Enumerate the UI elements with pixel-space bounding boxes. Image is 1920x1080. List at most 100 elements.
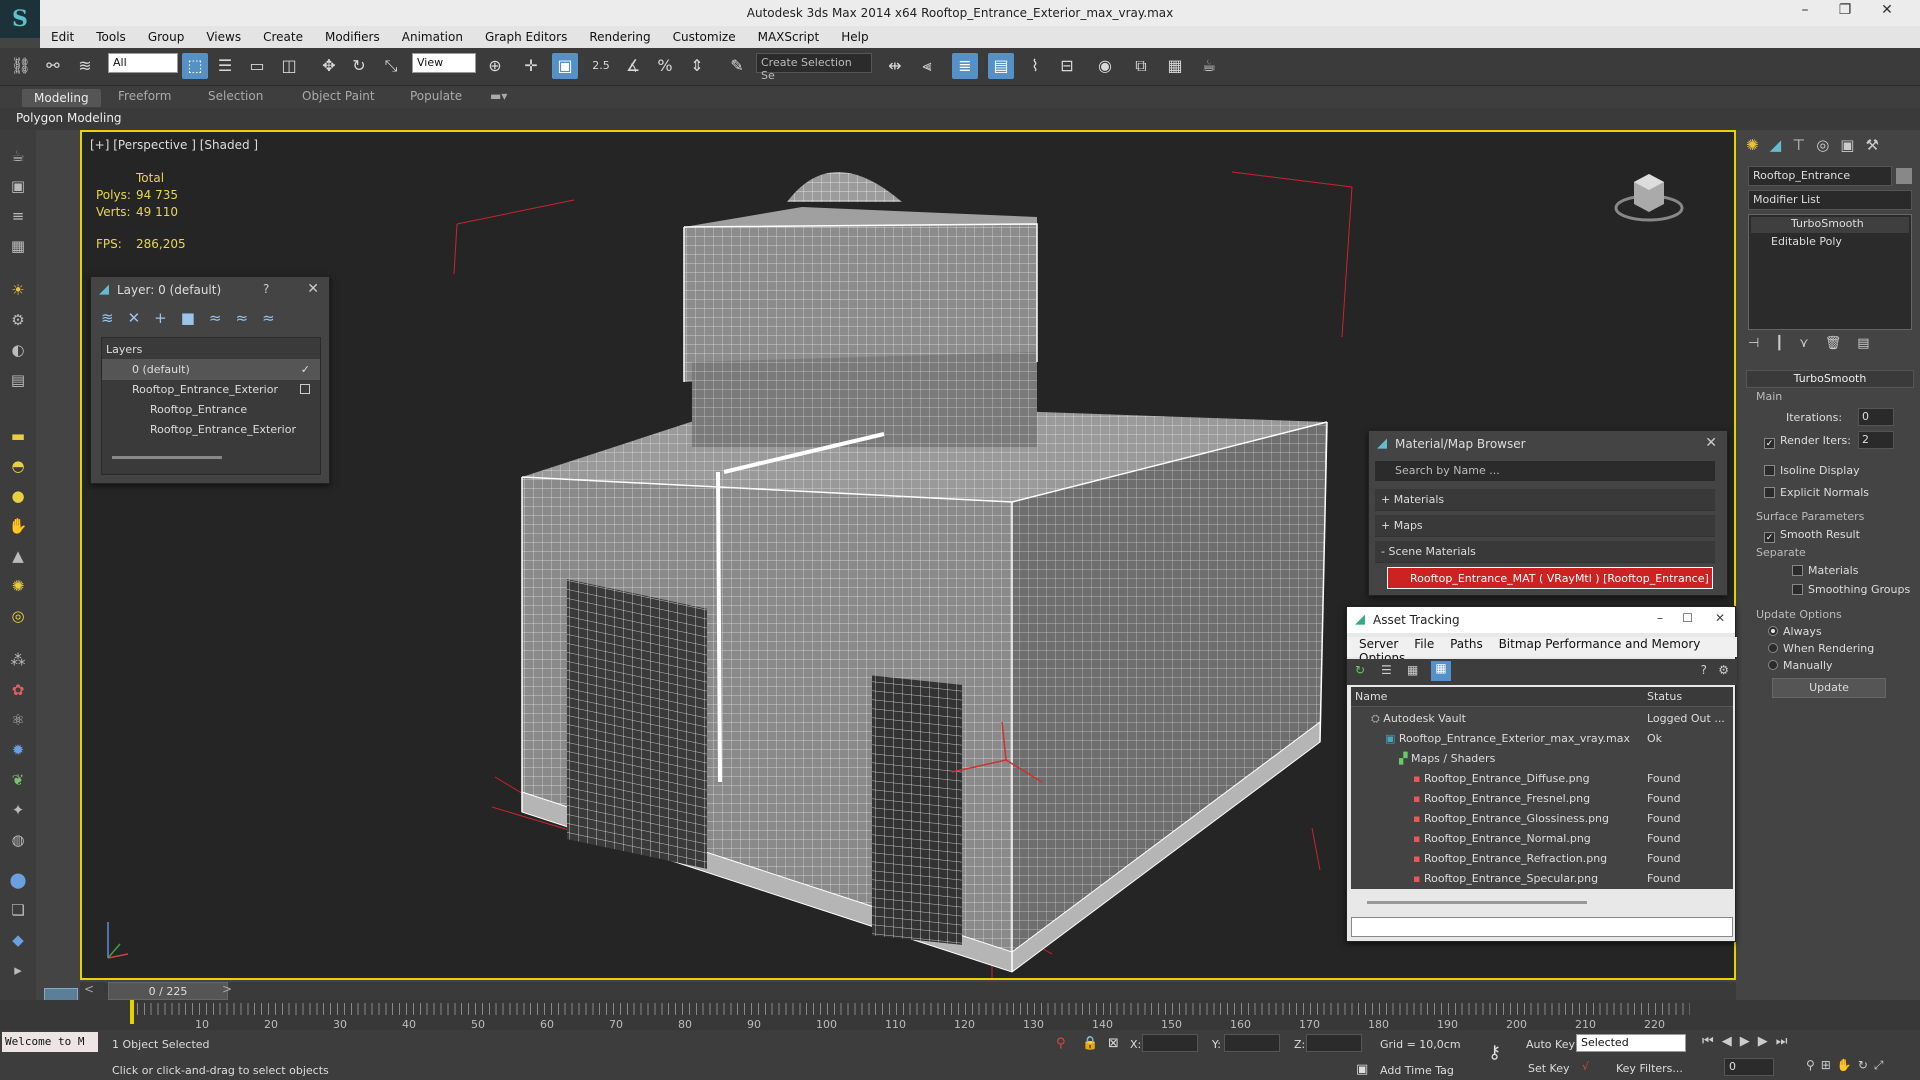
pin-stack-icon[interactable]: ⊣ — [1748, 336, 1775, 351]
layer-dialog-title[interactable]: Layer: 0 (default) — [91, 277, 329, 303]
gear-icon[interactable]: ⚙ — [8, 310, 28, 330]
render-sphere-icon[interactable]: ⬤ — [8, 870, 28, 890]
tab-object-paint[interactable]: Object Paint — [302, 89, 375, 103]
table-row[interactable]: ▞ Maps / Shaders — [1351, 749, 1733, 769]
object-name-field[interactable]: Rooftop_Entrance — [1748, 166, 1892, 186]
particle-icon[interactable]: ⁂ — [8, 650, 28, 670]
schematic-view-icon[interactable]: ⊟ — [1054, 53, 1080, 79]
minimize-button[interactable]: – — [1657, 611, 1663, 625]
table-row[interactable]: ⛭ Autodesk Vault Logged Out ... — [1351, 709, 1733, 729]
network-icon[interactable]: ⚛ — [8, 710, 28, 730]
x-coordinate-field[interactable] — [1142, 1034, 1198, 1052]
tab-freeform[interactable]: Freeform — [118, 89, 171, 103]
app-menu-button[interactable]: S — [0, 0, 40, 38]
zoom-all-icon[interactable]: ⊞ — [1821, 1058, 1837, 1072]
circle-icon[interactable]: ● — [8, 486, 28, 506]
layer-row-rooftop-exterior[interactable]: Rooftop_Entrance_Exterior — [102, 380, 320, 400]
horizontal-scrollbar[interactable] — [112, 456, 222, 459]
detail-view-icon[interactable]: ▦ — [1407, 663, 1418, 677]
unlink-icon[interactable]: ⚯ — [40, 53, 66, 79]
render-setup-icon[interactable]: ⧉ — [1128, 53, 1154, 79]
table-row[interactable]: ▣ Rooftop_Entrance_Exterior_max_vray.max… — [1351, 729, 1733, 749]
box-icon[interactable]: ▤ — [8, 370, 28, 390]
reference-coord-dropdown[interactable]: View — [412, 53, 476, 73]
tab-modeling[interactable]: Modeling — [22, 89, 101, 107]
status-column-header[interactable]: Status — [1647, 687, 1727, 707]
explicit-normals-row[interactable]: Explicit Normals — [1764, 486, 1869, 499]
utilities-tab-icon[interactable]: ⚒ — [1865, 136, 1889, 154]
isolate-icon[interactable]: ⚲ — [1056, 1036, 1066, 1051]
maximize-viewport-icon[interactable]: ⤢ — [1874, 1058, 1890, 1072]
viewcube-icon[interactable] — [1614, 164, 1684, 224]
maxscript-listener-input[interactable]: Welcome to M — [2, 1032, 98, 1052]
menu-paths[interactable]: Paths — [1450, 637, 1483, 651]
molecule-icon[interactable]: ✿ — [8, 680, 28, 700]
refresh-icon[interactable]: ↻ — [1355, 663, 1365, 677]
grid-icon[interactable]: ▦ — [8, 236, 28, 256]
menu-file[interactable]: File — [1414, 637, 1434, 651]
update-when-rendering-row[interactable]: When Rendering — [1768, 642, 1874, 655]
orbit-icon[interactable]: ↻ — [1858, 1058, 1874, 1072]
settings-icon[interactable]: ⚙ — [1718, 663, 1729, 677]
asset-tracking-title[interactable]: Asset Tracking — [1347, 607, 1735, 633]
table-row[interactable]: ▪ Rooftop_Entrance_Glossiness.png Found — [1351, 809, 1733, 829]
add-to-layer-icon[interactable]: + — [154, 309, 181, 327]
freeze-layers-icon[interactable]: ≈ — [262, 309, 289, 327]
help-icon[interactable]: ? — [1701, 663, 1707, 677]
menu-create[interactable]: Create — [252, 30, 314, 44]
pivot-center-icon[interactable]: ⊕ — [482, 53, 508, 79]
render-production-icon[interactable]: ☕ — [1196, 53, 1222, 79]
smooth-result-row[interactable]: ✓ Smooth Result — [1764, 528, 1860, 543]
play-icon[interactable]: ▶ — [1740, 1034, 1758, 1049]
modifier-turbosmooth[interactable]: TurboSmooth — [1751, 217, 1909, 233]
auto-key-button[interactable]: Auto Key — [1526, 1038, 1575, 1051]
update-button[interactable]: Update — [1772, 678, 1886, 698]
link-icon[interactable]: ⛓ — [8, 53, 34, 79]
cone-icon[interactable]: ▲ — [8, 546, 28, 566]
new-layer-icon[interactable]: ≋ — [101, 309, 128, 327]
time-slider-track[interactable] — [80, 982, 1736, 1000]
goto-start-icon[interactable]: ⏮ — [1702, 1034, 1722, 1049]
angle-snap-icon[interactable]: ∡ — [620, 53, 646, 79]
layers-icon[interactable]: ❏ — [8, 900, 28, 920]
menu-views[interactable]: Views — [195, 30, 252, 44]
render-iters-row[interactable]: ✓ Render Iters: — [1764, 434, 1851, 449]
maps-section[interactable]: + Maps — [1375, 515, 1715, 537]
rendered-frame-window-icon[interactable]: ▦ — [1162, 53, 1188, 79]
iterations-spinner[interactable]: 0 — [1858, 408, 1894, 426]
camera-icon[interactable]: ▣ — [8, 176, 28, 196]
previous-frame-icon[interactable]: < — [84, 982, 94, 996]
material-editor-icon[interactable]: ◉ — [1092, 53, 1118, 79]
current-frame-field[interactable]: 0 — [1724, 1058, 1774, 1076]
when-rendering-radio[interactable] — [1768, 643, 1778, 653]
plane-icon[interactable]: ▬ — [8, 426, 28, 446]
named-selection-set-dropdown[interactable]: Create Selection Se — [756, 53, 872, 82]
help-icon[interactable]: ? — [263, 282, 269, 296]
select-by-name-icon[interactable]: ☰ — [212, 53, 238, 79]
light-icon[interactable]: ☀ — [8, 280, 28, 300]
horizontal-scrollbar[interactable] — [1367, 901, 1587, 904]
maximize-button[interactable]: ❐ — [1830, 2, 1860, 18]
close-icon[interactable]: ✕ — [307, 281, 319, 297]
render-iters-checkbox[interactable]: ✓ — [1764, 438, 1775, 449]
show-end-result-icon[interactable]: ┃ — [1775, 336, 1799, 351]
pan-icon[interactable]: ✋ — [1837, 1058, 1858, 1072]
close-icon[interactable]: ✕ — [1715, 611, 1725, 625]
isoline-display-row[interactable]: Isoline Display — [1764, 464, 1860, 477]
scroll-arrow-icon[interactable]: ▸ — [8, 960, 28, 980]
remove-modifier-icon[interactable]: 🗑 — [1825, 336, 1858, 351]
menu-graph-editors[interactable]: Graph Editors — [474, 30, 578, 44]
move-icon[interactable]: ✥ — [316, 53, 342, 79]
key-filters-button[interactable]: Key Filters... — [1616, 1062, 1683, 1075]
rectangular-selection-icon[interactable]: ▭ — [244, 53, 270, 79]
explicit-normals-checkbox[interactable] — [1764, 487, 1775, 498]
table-view-icon[interactable]: ▦ — [1431, 661, 1451, 681]
select-manipulate-icon[interactable]: ✛ — [518, 53, 544, 79]
previous-key-icon[interactable]: ◀ — [1722, 1034, 1740, 1049]
scene-material-item[interactable]: Rooftop_Entrance_MAT ( VRayMtl ) [Roofto… — [1387, 567, 1713, 589]
smooth-result-checkbox[interactable]: ✓ — [1764, 532, 1775, 543]
menu-tools[interactable]: Tools — [85, 30, 137, 44]
menu-rendering[interactable]: Rendering — [578, 30, 661, 44]
menu-group[interactable]: Group — [137, 30, 196, 44]
materials-section[interactable]: + Materials — [1375, 489, 1715, 511]
